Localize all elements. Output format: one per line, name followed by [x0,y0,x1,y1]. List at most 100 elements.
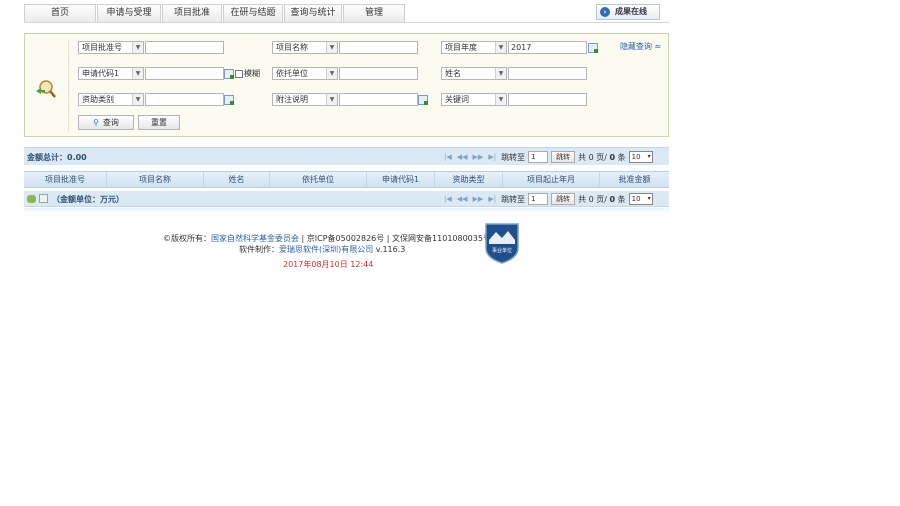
panel-divider [68,40,69,132]
total-pages: 0 [588,152,594,162]
badge-text: 事业单位 [492,247,512,254]
total-prefix: 共 [578,194,587,204]
company-link[interactable]: 爱瑞思软件(深圳)有限公司 [279,245,373,254]
pager-top: |◀ ◀◀ ▶▶ ▶| 跳转至 1 跳转 共 0 页/ 0 条 10 [444,150,653,164]
field-select-7[interactable]: 资助类别 ▼ [78,93,144,106]
excel-icon[interactable] [39,194,48,203]
col-date-range[interactable]: 项目起止年月 [503,172,600,187]
col-project-name[interactable]: 项目名称 [107,172,204,187]
page-input[interactable]: 1 [528,151,549,163]
field-input-8[interactable] [339,93,418,106]
chevron-down-icon: ▼ [326,94,337,105]
field-select-9-label: 关键词 [445,95,469,104]
page-input[interactable]: 1 [528,193,549,205]
export-icon[interactable] [27,195,36,203]
calendar-icon[interactable] [224,95,234,105]
next-page-icon[interactable]: ▶▶ [473,153,484,161]
tab-in-progress[interactable]: 在研与结题 [223,4,283,22]
tab-manage[interactable]: 管理 [343,4,405,22]
year-input[interactable]: 2017 [508,41,587,54]
software-prefix: 软件制作： [239,245,279,254]
field-select-5[interactable]: 依托单位 ▼ [272,67,338,80]
nav-divider [24,22,669,23]
arrow-right-icon: › [600,7,610,17]
field-select-4[interactable]: 申请代码1 ▼ [78,67,144,80]
field-select-1[interactable]: 项目批准号 ▼ [78,41,144,54]
calendar-icon[interactable] [588,43,598,53]
col-approved-amount[interactable]: 批准金额 [600,172,669,187]
total-pages: 0 [588,194,594,204]
chevron-down-icon: ▼ [326,42,337,53]
hide-query-link[interactable]: 隐藏查询 ≈ [620,41,661,52]
software-line: 软件制作：爱瑞思软件(深圳)有限公司 v.116.3 [239,244,405,255]
reset-button[interactable]: 重置 [138,115,180,130]
field-select-2[interactable]: 项目名称 ▼ [272,41,338,54]
chevron-down-icon: ▼ [495,42,506,53]
field-select-9[interactable]: 关键词 ▼ [441,93,507,106]
last-page-icon[interactable]: ▶| [488,195,496,203]
field-input-5[interactable] [339,67,418,80]
fuzzy-checkbox[interactable] [235,70,243,78]
public-institution-badge[interactable]: 事业单位 [484,222,520,264]
results-table-header: 项目批准号 项目名称 姓名 依托单位 申请代码1 资助类型 项目起止年月 批准金… [24,171,669,188]
items-unit: 条 [617,194,626,204]
first-page-icon[interactable]: |◀ [444,195,452,203]
field-select-3-label: 项目年度 [445,43,477,52]
col-apply-code[interactable]: 申请代码1 [367,172,435,187]
field-input-1[interactable] [145,41,224,54]
chevron-down-icon: ▼ [132,68,143,79]
col-person-name[interactable]: 姓名 [204,172,270,187]
col-funding-type[interactable]: 资助类型 [435,172,503,187]
result-online-label: 成果在线 [615,7,647,16]
goto-button[interactable]: 跳转 [551,151,576,163]
goto-label: 跳转至 [501,152,526,162]
field-input-2[interactable] [339,41,418,54]
sum-total: 金额总计：0.00 [27,153,87,162]
query-button[interactable]: ⚲ 查询 [78,115,134,130]
tab-home[interactable]: 首页 [24,4,96,22]
goto-label: 跳转至 [501,194,526,204]
prev-page-icon[interactable]: ◀◀ [457,153,468,161]
total-items: 0 [609,194,616,204]
chevron-down-icon: ▼ [495,94,506,105]
result-online-button[interactable]: › 成果在线 [596,4,660,20]
calendar-icon[interactable] [224,69,234,79]
field-input-9[interactable] [508,93,587,106]
tab-query-stats[interactable]: 查询与统计 [284,4,342,22]
field-input-7[interactable] [145,93,224,106]
tab-application[interactable]: 申请与受理 [97,4,161,22]
reset-button-label: 重置 [151,118,167,127]
goto-button[interactable]: 跳转 [551,193,576,205]
first-page-icon[interactable]: |◀ [444,153,452,161]
footer-shadow [24,208,669,214]
tab-project-approval[interactable]: 项目批准 [162,4,222,22]
fuzzy-label: 模糊 [244,69,260,78]
icp-text: | 京ICP备05002826号 | 文保网安备1101080035号 [299,234,491,243]
field-input-4[interactable] [145,67,224,80]
field-select-6[interactable]: 姓名 ▼ [441,67,507,80]
field-select-4-label: 申请代码1 [82,69,120,78]
field-select-6-label: 姓名 [445,69,461,78]
calendar-icon[interactable] [418,95,428,105]
field-select-3[interactable]: 项目年度 ▼ [441,41,507,54]
col-institution[interactable]: 依托单位 [270,172,367,187]
field-select-8[interactable]: 附注说明 ▼ [272,93,338,106]
total-items: 0 [609,152,616,162]
prev-page-icon[interactable]: ◀◀ [457,195,468,203]
pages-unit: 页/ [596,194,607,204]
version-text: v.116.3 [373,245,406,254]
magnifier-icon [36,80,56,98]
field-select-8-label: 附注说明 [276,95,308,104]
page-size-select[interactable]: 10 [628,193,653,205]
col-project-number[interactable]: 项目批准号 [24,172,107,187]
top-nav: 首页 申请与受理 项目批准 在研与结题 查询与统计 管理 [24,4,406,22]
chevron-down-icon: ▼ [132,94,143,105]
total-prefix: 共 [578,152,587,162]
query-button-label: 查询 [102,118,119,127]
nsfc-link[interactable]: 国家自然科学基金委员会 [211,234,299,243]
next-page-icon[interactable]: ▶▶ [473,195,484,203]
table-footer-bar: （金额单位：万元） |◀ ◀◀ ▶▶ ▶| 跳转至 1 跳转 共 0 页/ 0 … [24,191,669,207]
last-page-icon[interactable]: ▶| [488,153,496,161]
page-size-select[interactable]: 10 [628,151,653,163]
field-input-6[interactable] [508,67,587,80]
